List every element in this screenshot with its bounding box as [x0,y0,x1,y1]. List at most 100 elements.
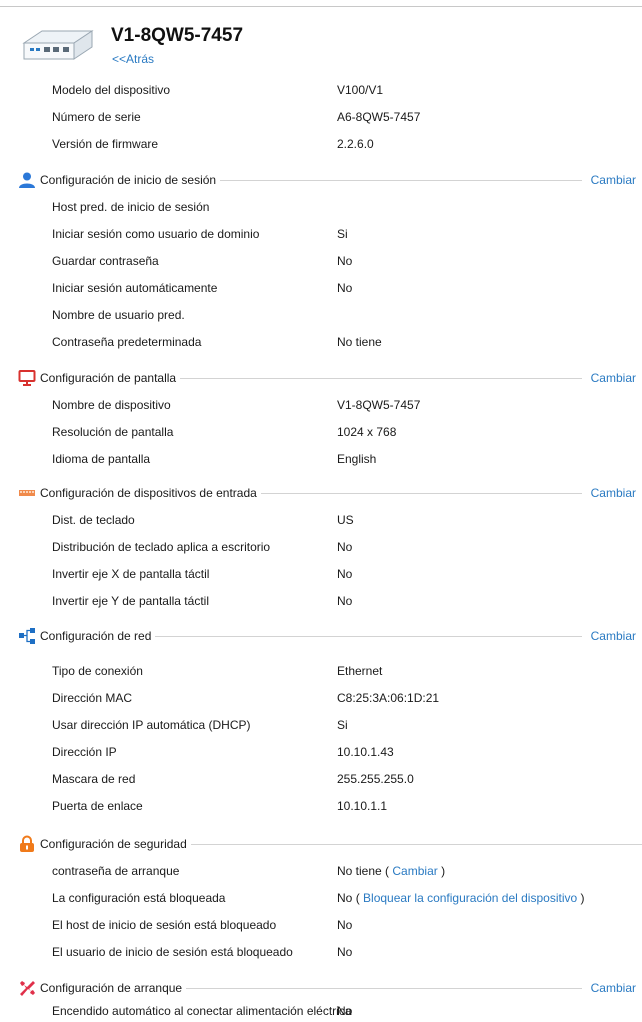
info-row-model: Modelo del dispositivo V100/V1 [0,80,642,100]
setting-row: Dirección IP 10.10.1.43 [0,742,642,762]
user-icon [19,172,35,188]
open-paren: ( [355,891,360,905]
section-title: Configuración de red [40,626,156,646]
info-value: V100/V1 [337,83,384,97]
section-title: Configuración de dispositivos de entrada [40,483,261,503]
info-row-serial: Número de serie A6-8QW5-7457 [0,107,642,127]
setting-label: Nombre de dispositivo [52,398,171,412]
setting-value: No [337,254,353,268]
setting-row: Iniciar sesión automáticamente No [0,278,642,298]
setting-value: Si [337,227,348,241]
setting-label: Resolución de pantalla [52,425,174,439]
setting-row: Dist. de teclado US [0,510,642,530]
setting-label: El usuario de inicio de sesión está bloq… [52,945,293,959]
setting-row: Guardar contraseña No [0,251,642,271]
setting-label: Dist. de teclado [52,513,135,527]
setting-label: Puerta de enlace [52,799,143,813]
change-login-button[interactable]: Cambiar [588,170,636,190]
setting-row: Invertir eje Y de pantalla táctil No [0,591,642,611]
setting-value: No [337,540,353,554]
setting-row: El usuario de inicio de sesión está bloq… [0,942,642,962]
section-display-header: Configuración de pantalla Cambiar [0,368,642,388]
lock-icon [20,835,34,852]
setting-label: Invertir eje Y de pantalla táctil [52,594,209,608]
section-title: Configuración de pantalla [40,368,181,388]
setting-row: Nombre de dispositivo V1-8QW5-7457 [0,395,642,415]
top-divider [0,6,642,7]
change-network-button[interactable]: Cambiar [588,626,636,646]
setting-row: Puerta de enlace 10.10.1.1 [0,796,642,816]
setting-row: Tipo de conexión Ethernet [0,661,642,681]
setting-row: Resolución de pantalla 1024 x 768 [0,422,642,442]
boot-password-value: No tiene [337,864,382,878]
lock-device-config-link[interactable]: Bloquear la configuración del dispositiv… [363,891,577,905]
section-network-header: Configuración de red Cambiar [0,626,642,646]
setting-value: 10.10.1.43 [337,745,394,759]
setting-label: Invertir eje X de pantalla táctil [52,567,210,581]
setting-row-config-locked: La configuración está bloqueada No ( Blo… [0,888,642,908]
setting-row: El host de inicio de sesión está bloquea… [0,915,642,935]
setting-value: No [337,567,353,581]
setting-value: Ethernet [337,664,383,678]
tools-icon [20,981,35,996]
setting-value: No [337,945,353,959]
section-security-header: Configuración de seguridad [0,834,642,854]
setting-value: No [337,1004,353,1018]
setting-label: Usar dirección IP automática (DHCP) [52,718,251,732]
setting-row: Invertir eje X de pantalla táctil No [0,564,642,584]
info-row-firmware: Versión de firmware 2.2.6.0 [0,134,642,154]
keyboard-icon [19,490,35,496]
setting-row: Mascara de red 255.255.255.0 [0,769,642,789]
change-display-button[interactable]: Cambiar [588,368,636,388]
setting-value: 255.255.255.0 [337,772,414,786]
info-value: 2.2.6.0 [337,137,374,151]
close-paren: ) [580,891,585,905]
setting-label: Iniciar sesión como usuario de dominio [52,227,260,241]
setting-value: No [337,281,353,295]
setting-value: US [337,513,354,527]
setting-row: Dirección MAC C8:25:3A:06:1D:21 [0,688,642,708]
section-boot-header: Configuración de arranque Cambiar [0,978,642,998]
setting-label: contraseña de arranque [52,864,180,878]
setting-row: Nombre de usuario pred. [0,305,642,325]
open-paren: ( [385,864,390,878]
setting-label: El host de inicio de sesión está bloquea… [52,918,277,932]
setting-label: La configuración está bloqueada [52,891,226,905]
setting-label: Mascara de red [52,772,136,786]
info-label: Modelo del dispositivo [52,83,171,97]
network-icon [19,628,35,644]
setting-value: No tiene ( Cambiar ) [337,861,445,881]
setting-label: Guardar contraseña [52,254,159,268]
setting-label: Nombre de usuario pred. [52,308,185,322]
setting-value: C8:25:3A:06:1D:21 [337,691,440,705]
change-boot-password-link[interactable]: Cambiar [392,864,437,878]
back-link[interactable]: <<Atrás [112,52,154,66]
config-locked-value: No [337,891,353,905]
setting-value: No ( Bloquear la configuración del dispo… [337,888,585,908]
thin-client-device-icon [22,30,94,60]
close-paren: ) [441,864,446,878]
setting-row: Distribución de teclado aplica a escrito… [0,537,642,557]
section-title: Configuración de arranque [40,978,187,998]
setting-value: V1-8QW5-7457 [337,398,421,412]
setting-value: No [337,594,353,608]
setting-value: Si [337,718,348,732]
change-input-button[interactable]: Cambiar [588,483,636,503]
info-value: A6-8QW5-7457 [337,110,421,124]
setting-label: Idioma de pantalla [52,452,151,466]
setting-value: No [337,918,353,932]
setting-label: Host pred. de inicio de sesión [52,200,210,214]
section-title: Configuración de inicio de sesión [40,170,221,190]
change-boot-button[interactable]: Cambiar [588,978,636,998]
info-label: Número de serie [52,110,141,124]
device-title: V1-8QW5-7457 [111,25,244,46]
setting-row: Encendido automático al conectar aliment… [0,1001,642,1021]
setting-value: English [337,452,377,466]
setting-row-boot-password: contraseña de arranque No tiene ( Cambia… [0,861,642,881]
section-title: Configuración de seguridad [40,834,191,854]
setting-value: 10.10.1.1 [337,799,388,813]
section-login-header: Configuración de inicio de sesión Cambia… [0,170,642,190]
setting-label: Dirección MAC [52,691,133,705]
setting-value: 1024 x 768 [337,425,397,439]
section-input-header: Configuración de dispositivos de entrada… [0,483,642,503]
